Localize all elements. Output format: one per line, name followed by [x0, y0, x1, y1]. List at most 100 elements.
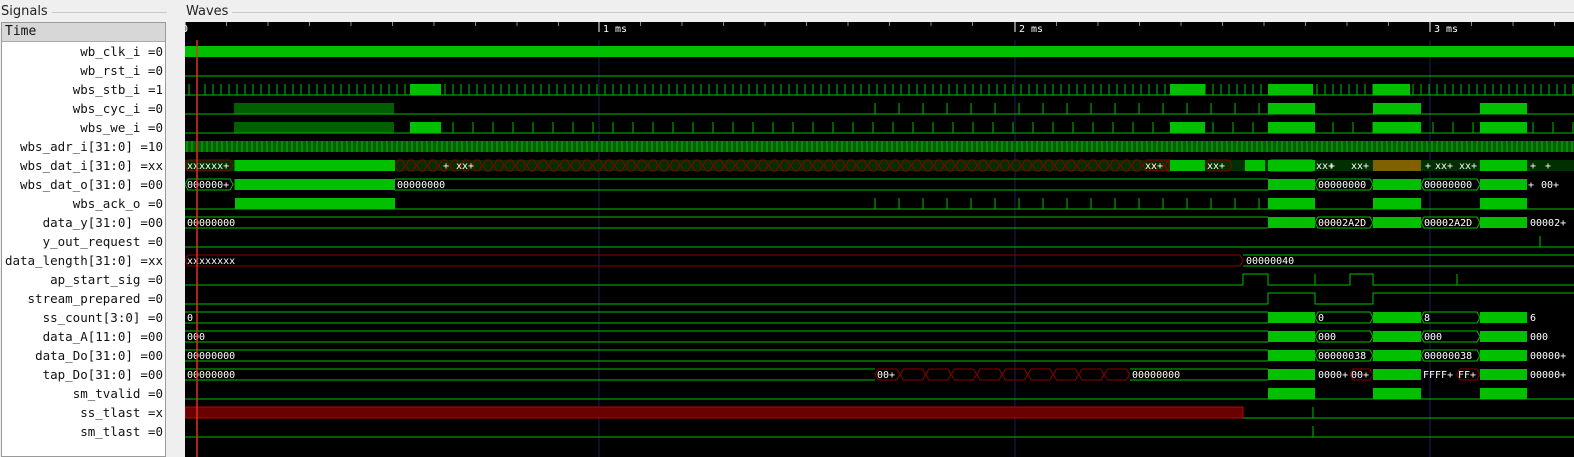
bus-value-label: 000 — [187, 332, 205, 343]
signal-row[interactable]: ap_start_sig =0 — [50, 270, 163, 289]
wave-segment — [1268, 312, 1315, 323]
wave-segment — [185, 46, 1574, 57]
bus-value-label: + — [1425, 161, 1431, 172]
bus-value-label: 0 — [1318, 313, 1324, 324]
bus-value-label: 00000+ — [1530, 370, 1566, 381]
signal-row[interactable]: data_y[31:0] =00 — [43, 213, 163, 232]
bus-value-label: 00002+ — [1530, 218, 1566, 229]
waves-frame-line — [232, 12, 1574, 13]
bus-value-label: xx+ — [1207, 161, 1225, 172]
wave-segment — [1373, 331, 1421, 342]
bus-value-label: 00000000 — [187, 351, 235, 362]
wave-segment — [1373, 84, 1410, 95]
wave-segment — [1170, 122, 1205, 133]
signals-list[interactable]: Time wb_clk_i =0 wb_rst_i =0 wbs_stb_i =1 w… — [1, 22, 166, 457]
wave-segment — [1480, 369, 1527, 380]
bus-value-label: 00000000 — [187, 370, 235, 381]
wave-segment — [410, 122, 441, 133]
bus-value-label: 0000+ — [1318, 370, 1348, 381]
bus-value-label: xx+ — [1145, 161, 1163, 172]
bus-value-label: 00000000 — [397, 180, 445, 191]
wave-segment — [410, 84, 441, 95]
bus-value-label: 000 — [1318, 332, 1336, 343]
signal-row[interactable]: wbs_ack_o =0 — [73, 194, 163, 213]
wave-segment — [1170, 160, 1205, 171]
bus-value-label: xx+ — [1459, 161, 1477, 172]
bus-value-label: 00+ — [1351, 370, 1369, 381]
bus-value-label: 00000000 — [1132, 370, 1180, 381]
signal-row[interactable]: data_A[11:0] =00 — [43, 327, 163, 346]
bus-value-label: 00002A2D — [1318, 218, 1366, 229]
signal-row[interactable]: wbs_stb_i =1 — [73, 80, 163, 99]
signal-row[interactable]: wbs_dat_i[31:0] =xx — [20, 156, 163, 175]
wave-background — [185, 22, 1574, 457]
bus-value-label: 000 — [1424, 332, 1442, 343]
timeline-bar — [185, 22, 1574, 40]
bus-value-label: 00000038 — [1318, 351, 1366, 362]
signals-panel-title: Signals — [1, 4, 48, 19]
signal-row[interactable]: tap_Do[31:0] =00 — [43, 365, 163, 384]
signal-row[interactable]: ss_tlast =x — [80, 403, 163, 422]
bus-value-label: xxxxxx+ — [187, 161, 229, 172]
bus-value-label: xxxxxxxx — [187, 256, 235, 267]
wave-segment — [1480, 122, 1527, 133]
wave-segment — [1373, 312, 1421, 323]
signal-row[interactable]: stream_prepared =0 — [28, 289, 163, 308]
signal-row[interactable]: wbs_adr_i[31:0] =10 — [20, 137, 163, 156]
wave-segment — [1373, 198, 1421, 209]
bus-value-label: 00002A2D — [1424, 218, 1472, 229]
wave-segment — [1480, 160, 1527, 171]
signal-row[interactable]: wb_clk_i =0 — [80, 42, 163, 61]
wave-segment — [1480, 198, 1527, 209]
wave-segment — [1268, 160, 1315, 171]
bus-value-label: xx+ — [1435, 161, 1453, 172]
time-header[interactable]: Time — [2, 23, 165, 42]
signal-row[interactable]: wbs_dat_o[31:0] =00 — [20, 175, 163, 194]
wave-segment — [1480, 217, 1527, 228]
wave-segment — [1245, 160, 1265, 171]
bus-value-label: 00000040 — [1246, 256, 1294, 267]
timeline-label: 0 — [185, 24, 188, 35]
signal-row[interactable]: ss_count[3:0] =0 — [43, 308, 163, 327]
wave-segment — [1373, 122, 1421, 133]
signal-row[interactable]: wbs_cyc_i =0 — [73, 99, 163, 118]
bus-value-label: 00000000 — [1424, 180, 1472, 191]
bus-value-label: FF+ — [1458, 370, 1476, 381]
bus-value-label: + — [443, 161, 449, 172]
signal-row[interactable]: wbs_we_i =0 — [80, 118, 163, 137]
wave-segment — [1373, 103, 1421, 114]
bus-value-label: xx+ — [1351, 161, 1369, 172]
bus-value-label: 00000000 — [1318, 180, 1366, 191]
waves-panel-title: Waves — [186, 4, 229, 19]
waveform-canvas[interactable]: 0 1 ms 2 ms 3 ms xxxxxx+ + xx+ xx+ xx+ xx+ + xx+ + xx… — [185, 22, 1574, 457]
wave-segment — [1373, 179, 1421, 190]
bus-value-label: + — [1329, 161, 1335, 172]
wave-segment — [1480, 179, 1527, 190]
bus-value-label: + — [1545, 161, 1551, 172]
signal-row[interactable]: data_length[31:0] =xx — [5, 251, 163, 270]
wave-segment — [1480, 103, 1527, 114]
bus-value-label: 6 — [1530, 313, 1536, 324]
timeline-label: 1 ms — [603, 24, 627, 35]
bus-value-label: 0 — [187, 313, 193, 324]
wave-segment — [1373, 369, 1421, 380]
signal-row[interactable]: wb_rst_i =0 — [80, 61, 163, 80]
wave-segment — [1373, 388, 1421, 399]
wave-segment — [185, 141, 1574, 152]
wave-segment — [1268, 198, 1315, 209]
signal-row[interactable]: data_Do[31:0] =00 — [35, 346, 163, 365]
signal-row[interactable]: sm_tlast =0 — [80, 422, 163, 441]
wave-segment — [1373, 160, 1421, 171]
wave-segment — [1373, 350, 1421, 361]
signal-row[interactable]: sm_tvalid =0 — [73, 384, 163, 403]
signal-row[interactable]: y_out_request =0 — [43, 232, 163, 251]
bus-value-label: + — [1528, 180, 1534, 191]
wave-segment — [1170, 84, 1205, 95]
wave-segment — [1268, 179, 1315, 190]
bus-value-label: 00+ — [1541, 180, 1559, 191]
wave-segment — [1480, 312, 1527, 323]
bus-value-label: FFFF+ — [1423, 370, 1453, 381]
wave-segment — [1268, 122, 1315, 133]
waves-viewer[interactable]: 0 1 ms 2 ms 3 ms xxxxxx+ + xx+ xx+ xx+ xx+ + xx+ + xx… — [185, 22, 1574, 457]
bus-value-label: 8 — [1424, 313, 1430, 324]
